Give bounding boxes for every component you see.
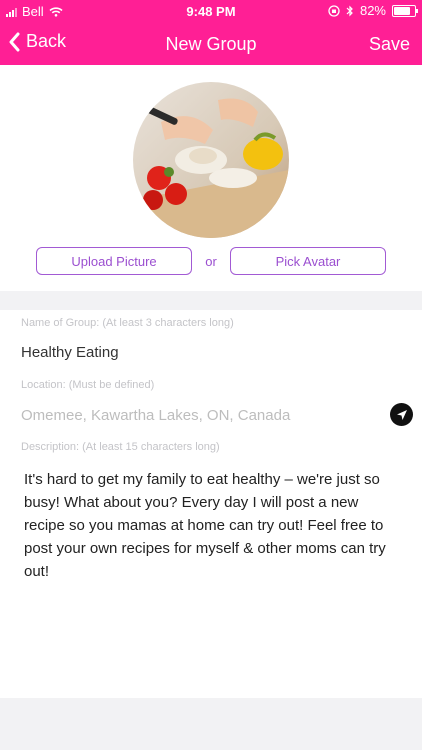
status-bar: Bell 9:48 PM 82% <box>0 0 422 22</box>
group-name-label: Name of Group: (At least 3 characters lo… <box>21 317 234 329</box>
description-input[interactable]: It's hard to get my family to eat health… <box>24 468 396 583</box>
group-picture[interactable] <box>133 82 289 238</box>
food-photo-image <box>133 82 289 238</box>
group-picture-section: Upload Picture or Pick Avatar <box>0 65 422 291</box>
group-name-input[interactable]: Healthy Eating <box>21 344 401 361</box>
location-arrow-icon <box>396 409 407 420</box>
location-input[interactable]: Omemee, Kawartha Lakes, ON, Canada <box>21 407 381 424</box>
current-location-button[interactable] <box>390 403 413 426</box>
save-button[interactable]: Save <box>369 34 410 55</box>
page-title: New Group <box>165 34 257 54</box>
battery-percent: 82% <box>359 3 386 18</box>
location-label: Location: (Must be defined) <box>21 379 155 391</box>
description-label: Description: (At least 15 characters lon… <box>21 441 220 453</box>
group-form: Name of Group: (At least 3 characters lo… <box>0 310 422 698</box>
pick-avatar-button[interactable]: Pick Avatar <box>230 247 386 275</box>
orientation-lock-icon <box>328 4 340 17</box>
navigation-bar: Back New Group Save <box>0 22 422 65</box>
battery-icon <box>392 4 418 17</box>
bluetooth-icon <box>346 5 353 16</box>
